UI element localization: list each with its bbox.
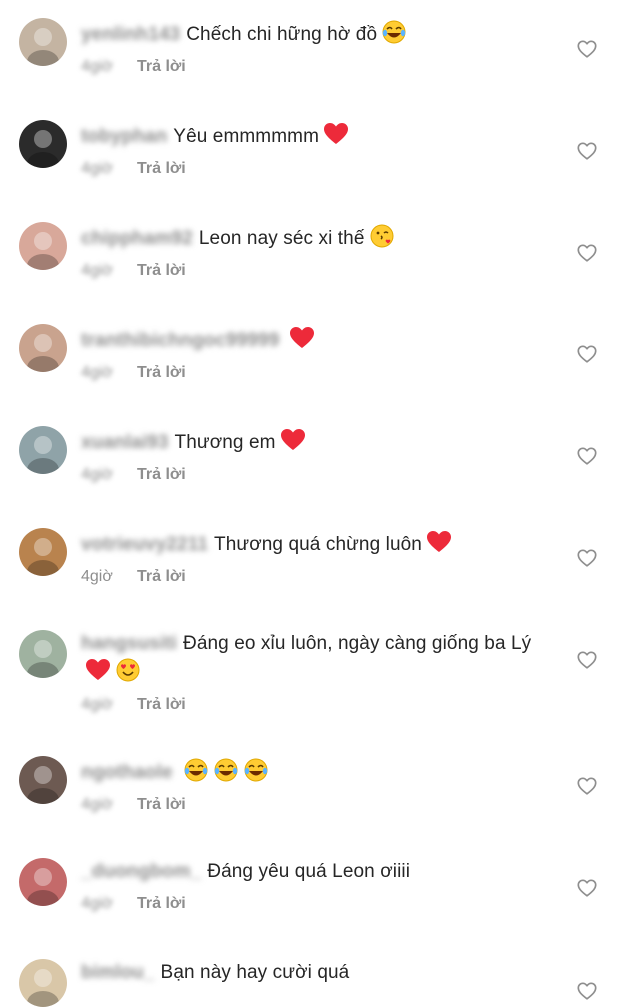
reply-button[interactable]: Trả lời bbox=[137, 364, 186, 382]
comment-meta: 4giờ Trả lời bbox=[81, 160, 551, 178]
avatar[interactable] bbox=[19, 858, 67, 906]
heart-outline-icon[interactable] bbox=[576, 140, 598, 162]
red-heart-emoji bbox=[280, 427, 306, 453]
comment-line: votrieuvy2211 Thương quá chừng luôn bbox=[81, 529, 551, 558]
comment-body: xuanlai93 Thương em 4giờ Trả lời bbox=[81, 427, 551, 484]
comment-meta: 4giờ Trả lời bbox=[81, 568, 551, 586]
comment-meta: 4giờ Trả lời bbox=[81, 466, 551, 484]
heart-outline-icon[interactable] bbox=[576, 242, 598, 264]
timestamp: 4giờ bbox=[81, 58, 113, 75]
avatar[interactable] bbox=[19, 756, 67, 804]
comment-line: _duongbom_ Đáng yêu quá Leon ơiiii bbox=[81, 859, 551, 885]
timestamp: 4giờ bbox=[81, 568, 113, 585]
username-link[interactable]: _duongbom_ bbox=[81, 861, 201, 882]
timestamp: 4giờ bbox=[81, 796, 113, 813]
heart-outline-icon[interactable] bbox=[576, 38, 598, 60]
comment-body: yenlinh143 Chếch chi hững hờ đồ 4giờ Trả lờ… bbox=[81, 19, 551, 76]
heart-outline-icon[interactable] bbox=[576, 775, 598, 797]
comment-text: Bạn này hay cười quá bbox=[160, 962, 350, 983]
avatar[interactable] bbox=[19, 528, 67, 576]
comment-body: hangsusiti Đáng eo xỉu luôn, ngày càng gi… bbox=[81, 631, 551, 714]
comment-text: Yêu emmmmmm bbox=[173, 126, 320, 147]
comment-meta: 4giờ Trả lời bbox=[81, 895, 551, 913]
comment-text: Đáng eo xỉu luôn, ngày càng giống ba Lý bbox=[183, 633, 532, 654]
timestamp: 4giờ bbox=[81, 895, 113, 912]
comment-line: tobyphan Yêu emmmmmm bbox=[81, 121, 551, 150]
comment-body: ngothaole 4giờ Trả lời bbox=[81, 757, 551, 814]
avatar[interactable] bbox=[19, 324, 67, 372]
comment-text: Chếch chi hững hờ đồ bbox=[186, 24, 378, 45]
comment-body: _duongbom_ Đáng yêu quá Leon ơiiii 4giờ Trả… bbox=[81, 859, 551, 913]
comment-body: bimlou_ Bạn này hay cười quá bbox=[81, 960, 551, 986]
comment-line: ngothaole bbox=[81, 757, 551, 786]
comment-meta: 4giờ Trả lời bbox=[81, 364, 551, 382]
heart-outline-icon[interactable] bbox=[576, 343, 598, 365]
comment-body: votrieuvy2211 Thương quá chừng luôn 4giờ Tr… bbox=[81, 529, 551, 586]
timestamp: 4giờ bbox=[81, 364, 113, 381]
heart-outline-icon[interactable] bbox=[576, 980, 598, 1002]
red-heart-emoji bbox=[323, 121, 349, 147]
username-link[interactable]: xuanlai93 bbox=[81, 432, 169, 453]
username-link[interactable]: votrieuvy2211 bbox=[81, 534, 208, 555]
laugh-cry-emoji bbox=[213, 757, 239, 783]
username-link[interactable]: tobyphan bbox=[81, 126, 167, 147]
timestamp: 4giờ bbox=[81, 160, 113, 177]
comment-line: xuanlai93 Thương em bbox=[81, 427, 551, 456]
comment-line: bimlou_ Bạn này hay cười quá bbox=[81, 960, 551, 986]
username-link[interactable]: bimlou_ bbox=[81, 962, 155, 983]
red-heart-emoji bbox=[289, 325, 315, 351]
comment-meta: 4giờ Trả lời bbox=[81, 796, 551, 814]
username-link[interactable]: tranthibichngoc99999 bbox=[81, 330, 279, 351]
avatar[interactable] bbox=[19, 18, 67, 66]
comment-line: chippham92 Leon nay séc xi thế bbox=[81, 223, 551, 252]
reply-button[interactable]: Trả lời bbox=[137, 796, 186, 814]
laugh-cry-emoji bbox=[243, 757, 269, 783]
laugh-cry-emoji bbox=[381, 19, 407, 45]
avatar[interactable] bbox=[19, 120, 67, 168]
comment-meta: 4giờ Trả lời bbox=[81, 58, 551, 76]
comment-line: hangsusiti Đáng eo xỉu luôn, ngày càng gi… bbox=[81, 631, 551, 686]
reply-button[interactable]: Trả lời bbox=[137, 466, 186, 484]
reply-button[interactable]: Trả lời bbox=[137, 568, 186, 586]
username-link[interactable]: yenlinh143 bbox=[81, 24, 180, 45]
username-link[interactable]: chippham92 bbox=[81, 228, 193, 249]
heart-eyes-emoji bbox=[115, 657, 141, 683]
timestamp: 4giờ bbox=[81, 262, 113, 279]
reply-button[interactable]: Trả lời bbox=[137, 262, 186, 280]
comment-text: Thương em bbox=[174, 432, 276, 453]
red-heart-emoji bbox=[426, 529, 452, 555]
reply-button[interactable]: Trả lời bbox=[137, 160, 186, 178]
timestamp: 4giờ bbox=[81, 696, 113, 713]
comment-text: Đáng yêu quá Leon ơiiii bbox=[207, 861, 411, 882]
comment-meta: 4giờ Trả lời bbox=[81, 262, 551, 280]
heart-outline-icon[interactable] bbox=[576, 649, 598, 671]
comment-text: Thương quá chừng luôn bbox=[214, 534, 422, 555]
kiss-emoji bbox=[369, 223, 395, 249]
heart-outline-icon[interactable] bbox=[576, 877, 598, 899]
comment-body: tranthibichngoc99999 4giờ Trả lời bbox=[81, 325, 551, 382]
heart-outline-icon[interactable] bbox=[576, 547, 598, 569]
comment-line: tranthibichngoc99999 bbox=[81, 325, 551, 354]
reply-button[interactable]: Trả lời bbox=[137, 696, 186, 714]
comment-body: chippham92 Leon nay séc xi thế 4giờ Trả lời bbox=[81, 223, 551, 280]
reply-button[interactable]: Trả lời bbox=[137, 58, 186, 76]
avatar[interactable] bbox=[19, 426, 67, 474]
comment-line: yenlinh143 Chếch chi hững hờ đồ bbox=[81, 19, 551, 48]
reply-button[interactable]: Trả lời bbox=[137, 895, 186, 913]
comment-meta: 4giờ Trả lời bbox=[81, 696, 551, 714]
comment-text: Leon nay séc xi thế bbox=[198, 228, 365, 249]
timestamp: 4giờ bbox=[81, 466, 113, 483]
username-link[interactable]: ngothaole bbox=[81, 762, 173, 783]
red-heart-emoji bbox=[85, 657, 111, 683]
laugh-cry-emoji bbox=[183, 757, 209, 783]
comment-body: tobyphan Yêu emmmmmm 4giờ Trả lời bbox=[81, 121, 551, 178]
heart-outline-icon[interactable] bbox=[576, 445, 598, 467]
username-link[interactable]: hangsusiti bbox=[81, 633, 177, 654]
avatar[interactable] bbox=[19, 222, 67, 270]
avatar[interactable] bbox=[19, 630, 67, 678]
comment-list: yenlinh143 Chếch chi hững hờ đồ 4giờ Trả lờ… bbox=[0, 0, 629, 1007]
